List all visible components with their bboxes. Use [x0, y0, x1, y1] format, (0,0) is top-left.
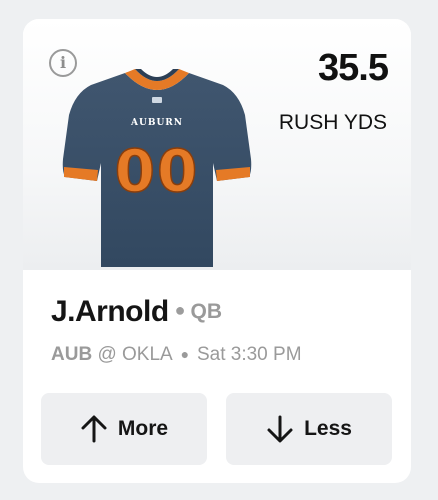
jersey-team-text: AUBURN: [130, 118, 183, 128]
stat-line-value: 35.5: [318, 47, 389, 89]
more-button-label: More: [117, 417, 169, 440]
player-name: J.Arnold: [51, 295, 169, 328]
matchup: @ OKLA: [97, 344, 173, 365]
less-button-label: Less: [304, 417, 352, 440]
player-position: QB: [190, 300, 223, 323]
arrow-down-icon: [267, 415, 293, 443]
separator-dot: ●: [174, 300, 186, 320]
jersey-number: 00: [115, 137, 200, 205]
arrow-up-icon: [81, 415, 107, 443]
game-info: AUB @ OKLA ● Sat 3:30 PM: [51, 344, 302, 366]
more-button[interactable]: More: [41, 393, 207, 465]
stat-type-label: RUSH YDS: [278, 111, 387, 134]
player-info: J.Arnold ● QB: [51, 295, 222, 329]
player-prop-card: i AUBURN 00 35.5 RUSH YDS J.Arnold ● QB …: [23, 19, 411, 483]
less-button[interactable]: Less: [226, 393, 392, 465]
game-time: Sat 3:30 PM: [196, 344, 302, 365]
player-team: AUB: [51, 344, 93, 365]
card-hero: i AUBURN 00 35.5 RUSH YDS: [23, 19, 411, 270]
separator-dot: ●: [176, 346, 193, 362]
jersey-image: AUBURN 00: [62, 69, 252, 267]
